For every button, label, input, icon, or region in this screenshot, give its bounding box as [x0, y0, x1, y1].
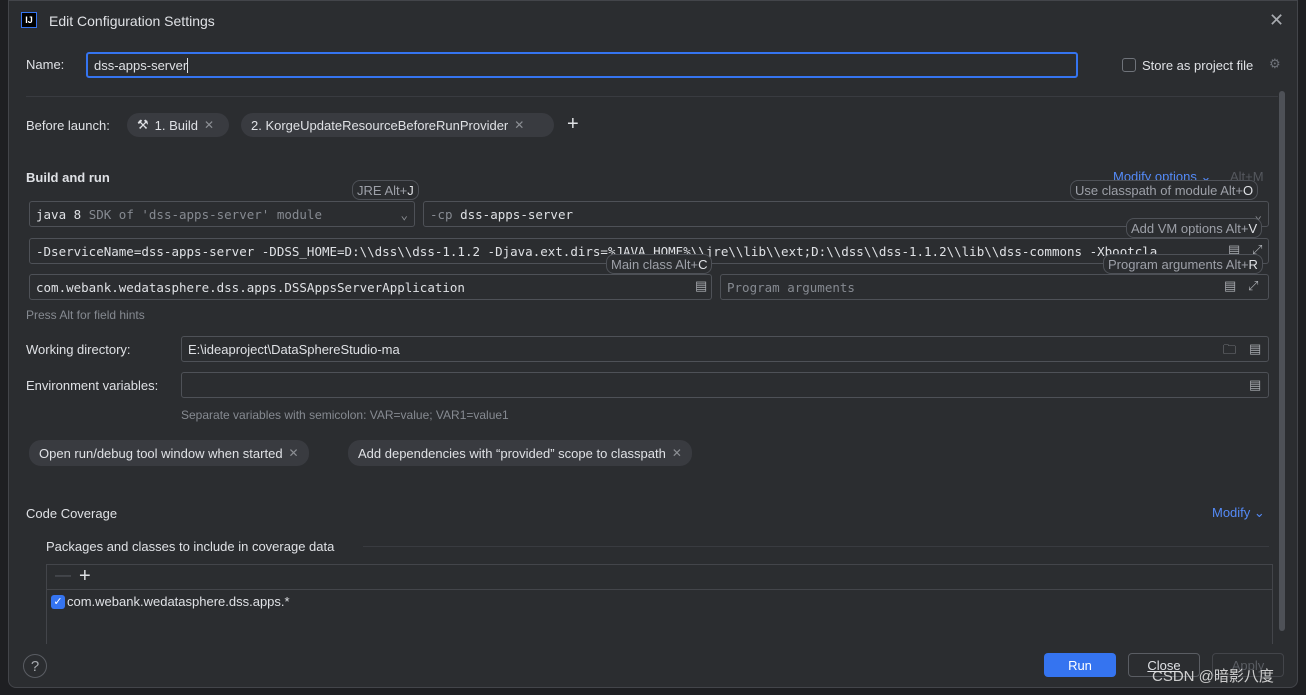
before-launch-build[interactable]: ⚒ 1. Build ✕: [127, 113, 229, 137]
program-arguments-hint: Program arguments Alt+ R: [1103, 254, 1263, 274]
store-project-label[interactable]: Store as project file: [1142, 58, 1253, 73]
environment-variables-input[interactable]: [181, 372, 1269, 398]
editor-background-left: [0, 0, 8, 695]
watermark: CSDN @暗影八度: [1152, 668, 1274, 685]
package-item: com.webank.wedatasphere.dss.apps.*: [67, 594, 290, 609]
package-checkbox[interactable]: ✓: [51, 595, 65, 609]
document-icon[interactable]: ▤: [1224, 278, 1236, 294]
divider: [26, 96, 1278, 97]
remove-icon[interactable]: ✕: [514, 118, 524, 132]
document-icon[interactable]: ▤: [1249, 377, 1261, 393]
document-icon[interactable]: ▤: [695, 278, 707, 294]
program-arguments-input[interactable]: Program arguments: [720, 274, 1269, 300]
build-run-title: Build and run: [26, 170, 110, 185]
expand-icon[interactable]: ⤢: [1248, 278, 1258, 294]
name-input[interactable]: dss-apps-server: [86, 52, 1078, 78]
main-class-input[interactable]: com.webank.wedatasphere.dss.apps.DSSApps…: [29, 274, 712, 300]
classpath-hint: Use classpath of module Alt+ O: [1070, 180, 1259, 200]
chevron-down-icon: ⌄: [400, 206, 408, 222]
main-class-hint: Main class Alt+ C: [606, 254, 713, 274]
help-button[interactable]: ?: [23, 654, 47, 678]
jre-hint: JRE Alt+ J: [352, 180, 419, 200]
option-open-tool-window[interactable]: Open run/debug tool window when started ✕: [29, 440, 309, 466]
code-coverage-title: Code Coverage: [26, 506, 118, 521]
app-logo: IJ: [21, 12, 37, 28]
before-launch-korge[interactable]: 2. KorgeUpdateResourceBeforeRunProvider ✕: [241, 113, 554, 137]
coverage-modify-link[interactable]: Modify ⌄: [1212, 505, 1265, 521]
document-icon[interactable]: ▤: [1249, 341, 1261, 357]
divider: [47, 589, 1272, 590]
name-label: Name:: [26, 57, 65, 72]
vm-options-hint: Add VM options Alt+ V: [1126, 218, 1263, 238]
environment-variables-label: Environment variables:: [26, 378, 159, 393]
gear-icon[interactable]: ⚙: [1269, 56, 1281, 72]
working-directory-label: Working directory:: [26, 342, 131, 357]
remove-icon[interactable]: —: [55, 567, 71, 585]
option-provided-scope[interactable]: Add dependencies with “provided” scope t…: [348, 440, 692, 466]
editor-background-bottom: [0, 688, 1306, 695]
press-alt-hint: Press Alt for field hints: [26, 308, 145, 322]
remove-icon[interactable]: ✕: [204, 118, 214, 132]
scrollbar[interactable]: [1279, 91, 1285, 631]
remove-icon[interactable]: ✕: [289, 446, 299, 460]
before-launch-label: Before launch:: [26, 118, 110, 133]
working-directory-input[interactable]: E:\ideaproject\DataSphereStudio-ma: [181, 336, 1269, 362]
add-icon[interactable]: +: [79, 565, 91, 588]
coverage-packages-list: — + ✓ com.webank.wedatasphere.dss.apps.*: [46, 564, 1273, 644]
divider: [363, 546, 1269, 547]
close-icon[interactable]: ✕: [1269, 10, 1284, 31]
jre-select[interactable]: java 8 SDK of 'dss-apps-server' module ⌄: [29, 201, 415, 227]
hammer-icon: ⚒: [137, 117, 149, 132]
folder-icon[interactable]: 🗀: [1223, 341, 1236, 363]
add-before-launch-icon[interactable]: +: [567, 113, 579, 136]
remove-icon[interactable]: ✕: [672, 446, 682, 460]
edit-configuration-dialog: IJ Edit Configuration Settings ✕ Name: d…: [8, 0, 1298, 688]
window-title: Edit Configuration Settings: [49, 13, 215, 29]
store-project-checkbox[interactable]: [1122, 58, 1136, 72]
environment-variables-help: Separate variables with semicolon: VAR=v…: [181, 408, 509, 422]
run-button[interactable]: Run: [1044, 653, 1116, 677]
coverage-packages-title: Packages and classes to include in cover…: [46, 539, 335, 554]
